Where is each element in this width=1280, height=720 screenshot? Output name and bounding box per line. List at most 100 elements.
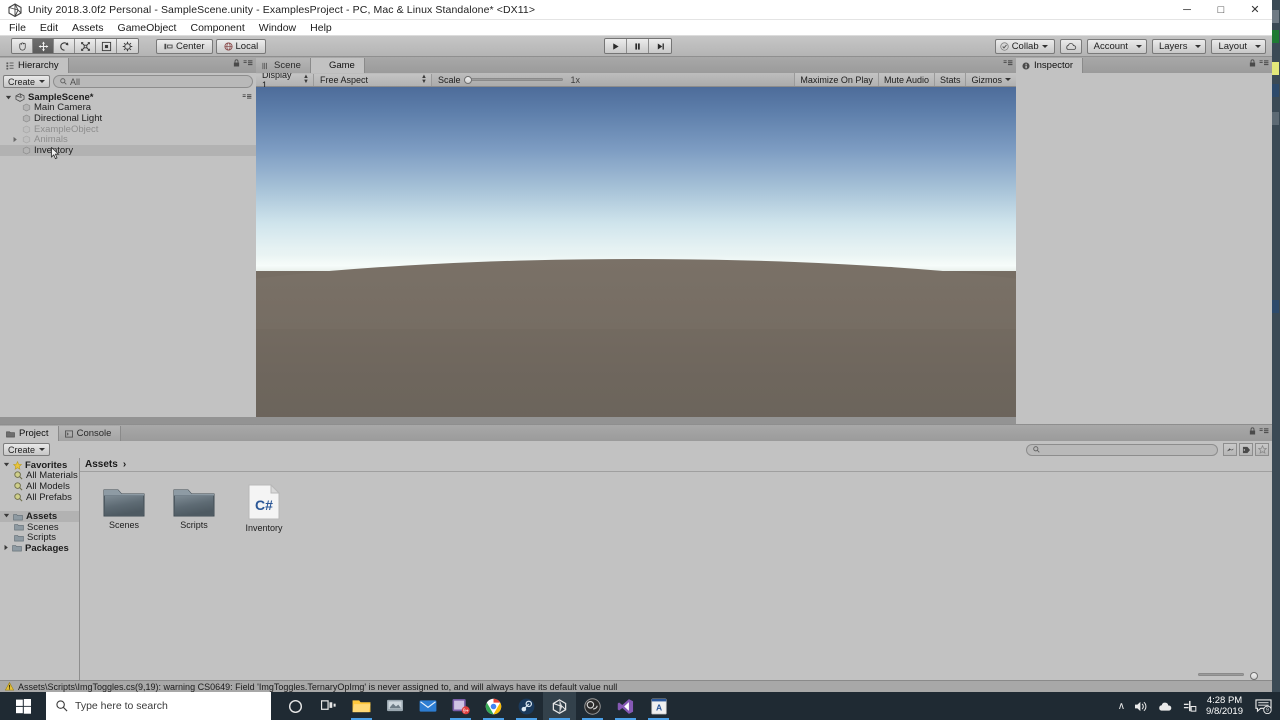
volume-icon[interactable] (1134, 700, 1149, 713)
filter-by-type-icon[interactable] (1223, 443, 1237, 456)
space-mode-button[interactable]: Local (215, 38, 267, 54)
mute-audio-toggle[interactable]: Mute Audio (877, 73, 934, 86)
expand-triangle-icon[interactable] (11, 136, 19, 143)
project-tree-all-models[interactable]: All Models (0, 481, 79, 492)
pause-button[interactable] (627, 39, 649, 53)
task-view-icon[interactable] (312, 692, 345, 720)
maximize-button[interactable]: □ (1204, 0, 1238, 20)
word-icon[interactable]: A (642, 692, 675, 720)
project-search-input[interactable] (1026, 443, 1218, 456)
filter-favorites-icon[interactable] (1255, 443, 1269, 456)
scene-context-menu-icon[interactable] (242, 92, 252, 103)
asset-item[interactable]: Scripts (168, 484, 220, 533)
tray-expand-chevron-icon[interactable]: ∧ (1118, 701, 1125, 712)
project-tree-all-prefabs[interactable]: All Prefabs (0, 492, 79, 503)
panel-menu-icon[interactable] (243, 59, 253, 67)
expand-triangle-icon[interactable] (3, 543, 9, 554)
display-dropdown[interactable]: Display 1 ▲ ▼ (256, 70, 314, 90)
scale-slider[interactable] (463, 75, 563, 84)
cortana-icon[interactable] (279, 692, 312, 720)
mail-icon[interactable] (411, 692, 444, 720)
project-tree-favorites[interactable]: Favorites (0, 460, 79, 471)
layers-dropdown[interactable]: Layers (1151, 38, 1207, 54)
pivot-mode-button[interactable]: Center (156, 38, 213, 54)
steam-icon[interactable] (510, 692, 543, 720)
filter-by-label-icon[interactable] (1239, 443, 1253, 456)
menu-component[interactable]: Component (190, 22, 252, 34)
maximize-on-play-toggle[interactable]: Maximize On Play (794, 73, 878, 86)
menu-help[interactable]: Help (310, 22, 340, 34)
menu-assets[interactable]: Assets (72, 22, 112, 34)
thumbnail-size-slider-knob[interactable] (1250, 671, 1258, 680)
lock-icon[interactable] (1249, 427, 1256, 435)
project-tree[interactable]: Favorites All Materials All Models All P… (0, 458, 80, 680)
expand-triangle-icon[interactable] (4, 94, 12, 101)
paint-icon[interactable] (378, 692, 411, 720)
expand-triangle-icon[interactable] (3, 460, 10, 471)
play-button[interactable] (605, 39, 627, 53)
hierarchy-item-inventory[interactable]: Inventory (0, 145, 256, 156)
layout-dropdown[interactable]: Layout (1211, 38, 1266, 54)
rect-tool-button[interactable] (96, 39, 117, 53)
rotate-tool-button[interactable] (54, 39, 75, 53)
notification-center-button[interactable]: 9 (1252, 692, 1274, 720)
hierarchy-item-animals[interactable]: Animals (0, 134, 256, 145)
panel-menu-icon[interactable] (1003, 59, 1013, 67)
expand-triangle-icon[interactable] (3, 511, 10, 522)
thumbnail-size-slider[interactable] (1198, 673, 1244, 676)
cloud-services-button[interactable] (1059, 38, 1082, 54)
collab-button[interactable]: Collab (994, 38, 1055, 54)
panel-menu-icon[interactable] (1259, 59, 1269, 67)
asset-grid[interactable]: Scenes Scripts C# Inventory (80, 472, 1272, 680)
hand-tool-button[interactable] (12, 39, 33, 53)
project-create-button[interactable]: Create (3, 443, 51, 456)
asset-item[interactable]: Scenes (98, 484, 150, 533)
menu-gameobject[interactable]: GameObject (118, 22, 185, 34)
menu-edit[interactable]: Edit (40, 22, 66, 34)
status-bar[interactable]: Assets\Scripts\ImgToggles.cs(9,19): warn… (0, 680, 1272, 692)
taskbar-search-input[interactable]: Type here to search (46, 692, 271, 720)
hierarchy-create-button[interactable]: Create (3, 75, 51, 88)
visual-studio-icon[interactable] (609, 692, 642, 720)
obs-icon[interactable] (576, 692, 609, 720)
hierarchy-scene-row[interactable]: SampleScene* (0, 92, 256, 103)
scale-tool-button[interactable] (75, 39, 96, 53)
scale-slider-knob[interactable] (463, 75, 472, 84)
hierarchy-item-exampleobject[interactable]: ExampleObject (0, 124, 256, 135)
project-tree-scenes[interactable]: Scenes (0, 522, 79, 533)
project-tree-scripts[interactable]: Scripts (0, 532, 79, 543)
close-button[interactable]: ✕ (1238, 0, 1272, 20)
tab-hierarchy[interactable]: Hierarchy (0, 58, 69, 73)
menu-file[interactable]: File (9, 22, 34, 34)
project-tree-all-materials[interactable]: All Materials (0, 470, 79, 481)
lock-icon[interactable] (1249, 59, 1256, 67)
hierarchy-search-input[interactable]: All (53, 75, 253, 88)
aspect-dropdown[interactable]: Free Aspect ▲ ▼ (314, 73, 432, 86)
panel-menu-icon[interactable] (1259, 427, 1269, 435)
tab-inspector[interactable]: Inspector (1016, 58, 1084, 73)
hierarchy-tree[interactable]: SampleScene* Main Camera Directional Lig… (0, 90, 256, 417)
project-tree-packages[interactable]: Packages (0, 543, 79, 554)
tab-console[interactable]: Console (58, 426, 122, 441)
breadcrumb-assets[interactable]: Assets (85, 459, 118, 470)
menu-window[interactable]: Window (259, 22, 304, 34)
tab-scene[interactable]: Scene (256, 58, 311, 73)
taskbar-clock[interactable]: 4:28 PM 9/8/2019 (1206, 695, 1243, 717)
move-tool-button[interactable] (33, 39, 54, 53)
file-explorer-icon[interactable] (345, 692, 378, 720)
transform-tool-button[interactable] (117, 39, 138, 53)
chrome-icon[interactable] (477, 692, 510, 720)
network-icon[interactable] (1182, 700, 1197, 713)
tab-game[interactable]: Game (310, 58, 365, 73)
tab-project[interactable]: Project (0, 426, 59, 441)
stats-toggle[interactable]: Stats (933, 73, 966, 86)
asset-item[interactable]: C# Inventory (238, 484, 290, 533)
lock-icon[interactable] (233, 59, 240, 67)
account-dropdown[interactable]: Account (1086, 38, 1147, 54)
start-button[interactable] (0, 692, 46, 720)
photos-icon[interactable]: 9+ (444, 692, 477, 720)
unity-icon[interactable] (543, 692, 576, 720)
hierarchy-item-main-camera[interactable]: Main Camera (0, 102, 256, 113)
gizmos-dropdown[interactable]: Gizmos (965, 73, 1016, 86)
onedrive-icon[interactable] (1158, 701, 1173, 712)
